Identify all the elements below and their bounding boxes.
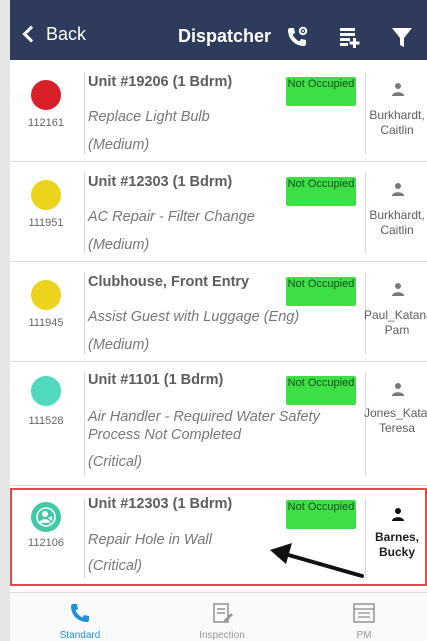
work-order-row[interactable]: 112161 Unit #19206 (1 Bdrm) Replace Ligh… xyxy=(10,62,427,162)
tab-label: PM xyxy=(356,630,372,641)
chevron-left-icon xyxy=(22,25,40,43)
work-order-id: 111945 xyxy=(28,317,64,329)
work-order-location: Unit #19206 (1 Bdrm) xyxy=(88,74,233,90)
work-order-row[interactable]: 111951 Unit #12303 (1 Bdrm) AC Repair - … xyxy=(10,162,427,262)
work-order-location: Clubhouse, Front Entry xyxy=(88,274,250,290)
tab-label: Standard xyxy=(59,630,101,641)
work-order-priority: (Critical) xyxy=(88,454,142,470)
list-icon xyxy=(353,603,375,623)
priority-dot xyxy=(31,80,61,110)
occupancy-badge: Not Occupied xyxy=(286,277,356,306)
tab-inspection[interactable]: Inspection xyxy=(177,593,267,641)
page-title: Dispatcher xyxy=(178,26,272,46)
work-order-row[interactable]: 111945 Clubhouse, Front Entry Assist Gue… xyxy=(10,262,427,362)
work-order-priority: (Medium) xyxy=(88,337,150,353)
occupancy-badge: Not Occupied xyxy=(286,77,356,106)
work-order-location: Unit #1101 (1 Bdrm) xyxy=(88,372,224,388)
work-order-priority: (Critical) xyxy=(88,558,142,574)
clipboard-icon xyxy=(213,603,233,623)
app-header: Back Dispatcher xyxy=(10,0,427,60)
occupancy-badge: Not Occupied xyxy=(286,177,356,206)
assignee-name: Burkhardt, Caitlin xyxy=(369,108,425,137)
work-order-location: Unit #12303 (1 Bdrm) xyxy=(88,174,233,190)
work-order-id: 112106 xyxy=(28,537,64,549)
divider xyxy=(84,72,85,154)
divider xyxy=(84,172,85,254)
work-order-priority: (Medium) xyxy=(88,137,150,153)
work-order-description: AC Repair - Filter Change xyxy=(88,209,255,225)
assignee-name: Paul_Katana, Pam xyxy=(364,308,427,337)
occupancy-badge: Not Occupied xyxy=(286,376,356,405)
back-button[interactable]: Back xyxy=(22,20,86,48)
work-order-description: Air Handler - Required Water Safety Proc… xyxy=(88,409,320,443)
work-order-row[interactable]: 111528 Unit #1101 (1 Bdrm) Air Handler -… xyxy=(10,362,427,486)
divider xyxy=(84,272,85,354)
divider xyxy=(84,498,85,578)
priority-dot xyxy=(31,180,61,210)
person-icon xyxy=(392,508,404,521)
tab-label: Inspection xyxy=(199,630,245,641)
phone-settings-icon[interactable] xyxy=(284,24,310,50)
person-badge-icon xyxy=(36,507,56,527)
work-order-priority: (Medium) xyxy=(88,237,150,253)
person-icon xyxy=(392,183,404,196)
person-icon xyxy=(392,383,404,396)
bottom-tab-bar: Standard Inspection PM xyxy=(10,592,427,641)
back-label: Back xyxy=(46,23,87,44)
assignee-name: Barnes, Bucky xyxy=(374,530,420,559)
tab-pm[interactable]: PM xyxy=(319,593,409,641)
person-icon xyxy=(392,83,404,96)
divider xyxy=(84,372,85,476)
occupancy-badge: Not Occupied xyxy=(286,500,356,529)
work-order-id: 111951 xyxy=(28,217,64,229)
priority-dot xyxy=(31,280,61,310)
assignee-name: Burkhardt, Caitlin xyxy=(369,208,425,237)
work-order-id: 112161 xyxy=(28,117,64,129)
filter-icon[interactable] xyxy=(389,24,415,50)
priority-dot xyxy=(31,502,61,532)
app-screen: Back Dispatcher 112161 Unit #19206 (1 Bd… xyxy=(10,0,427,641)
priority-dot xyxy=(31,376,61,406)
add-list-icon[interactable] xyxy=(336,24,362,50)
pointer-arrow xyxy=(270,543,364,578)
phone-icon xyxy=(71,604,89,622)
work-order-id: 111528 xyxy=(28,415,64,427)
person-icon xyxy=(392,283,404,296)
tab-standard[interactable]: Standard xyxy=(35,593,125,641)
work-order-description: Assist Guest with Luggage (Eng) xyxy=(88,309,300,325)
work-order-location: Unit #12303 (1 Bdrm) xyxy=(88,496,233,512)
assignee-name: Jones_Katana, Teresa xyxy=(364,406,427,435)
work-order-description: Replace Light Bulb xyxy=(88,109,210,125)
